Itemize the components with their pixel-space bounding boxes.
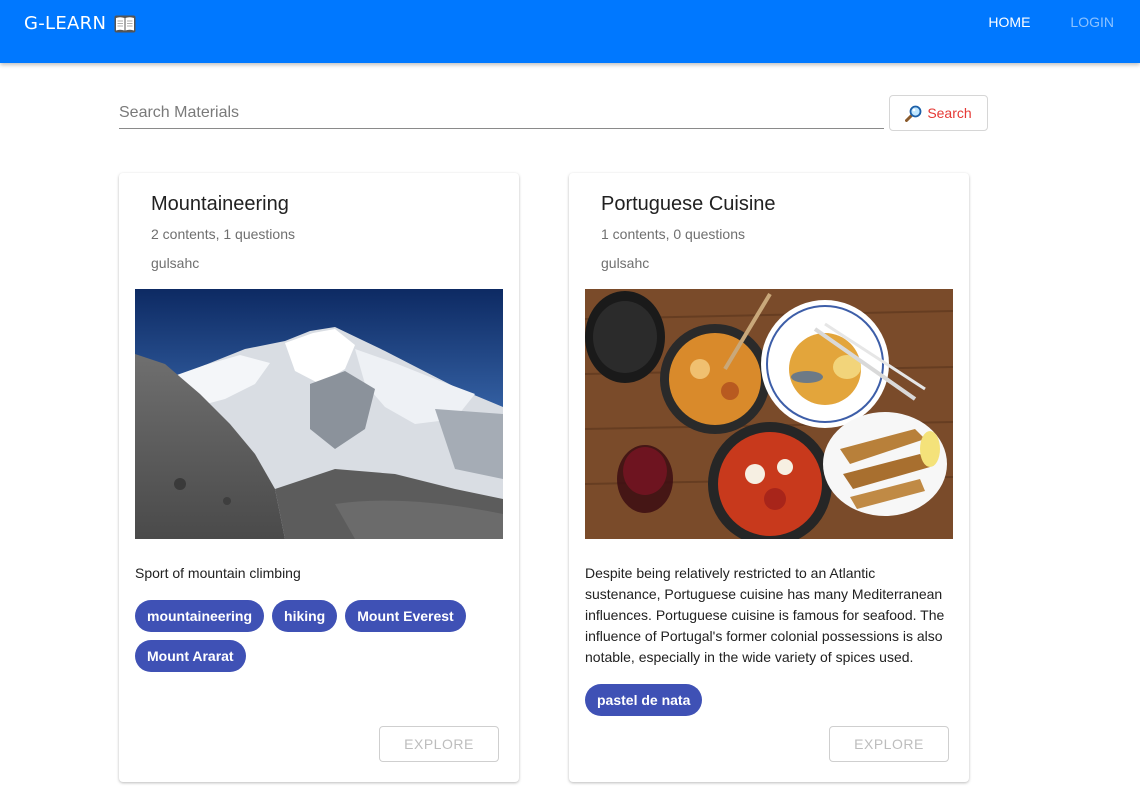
magnifier-icon: [905, 105, 922, 122]
card-image: [585, 289, 953, 539]
material-card: Mountaineering 2 contents, 1 questions g…: [119, 173, 519, 782]
tag-chip[interactable]: hiking: [272, 600, 338, 632]
search-button[interactable]: Search: [889, 95, 988, 131]
tag-chip[interactable]: Mount Ararat: [135, 640, 246, 672]
card-description: Sport of mountain climbing: [135, 565, 301, 581]
search-input[interactable]: [119, 98, 884, 129]
search-button-label: Search: [927, 105, 972, 121]
card-description: Despite being relatively restricted to a…: [585, 565, 945, 665]
top-nav: HOME LOGIN: [988, 14, 1114, 30]
brand-name: G-LEARN: [24, 13, 107, 34]
card-author: gulsahc: [601, 255, 650, 271]
card-author: gulsahc: [151, 255, 200, 271]
card-title: Mountaineering: [151, 193, 289, 215]
nav-home-link[interactable]: HOME: [988, 14, 1030, 30]
brand-logo[interactable]: G-LEARN: [24, 13, 136, 34]
card-image: [135, 289, 503, 539]
app-bar: G-LEARN HOME LOGIN: [0, 0, 1140, 63]
nav-login-link[interactable]: LOGIN: [1070, 14, 1114, 30]
explore-button[interactable]: EXPLORE: [829, 726, 949, 762]
tag-list: mountaineering hiking Mount Everest Moun…: [135, 600, 505, 672]
tag-list: pastel de nata: [585, 684, 955, 716]
open-book-icon: [114, 15, 136, 33]
tag-chip[interactable]: Mount Everest: [345, 600, 466, 632]
card-title: Portuguese Cuisine: [601, 193, 776, 215]
card-meta: 2 contents, 1 questions: [151, 226, 295, 242]
explore-button[interactable]: EXPLORE: [379, 726, 499, 762]
card-meta: 1 contents, 0 questions: [601, 226, 745, 242]
tag-chip[interactable]: pastel de nata: [585, 684, 703, 716]
tag-chip[interactable]: mountaineering: [135, 600, 265, 632]
material-card: Portuguese Cuisine 1 contents, 0 questio…: [569, 173, 969, 782]
